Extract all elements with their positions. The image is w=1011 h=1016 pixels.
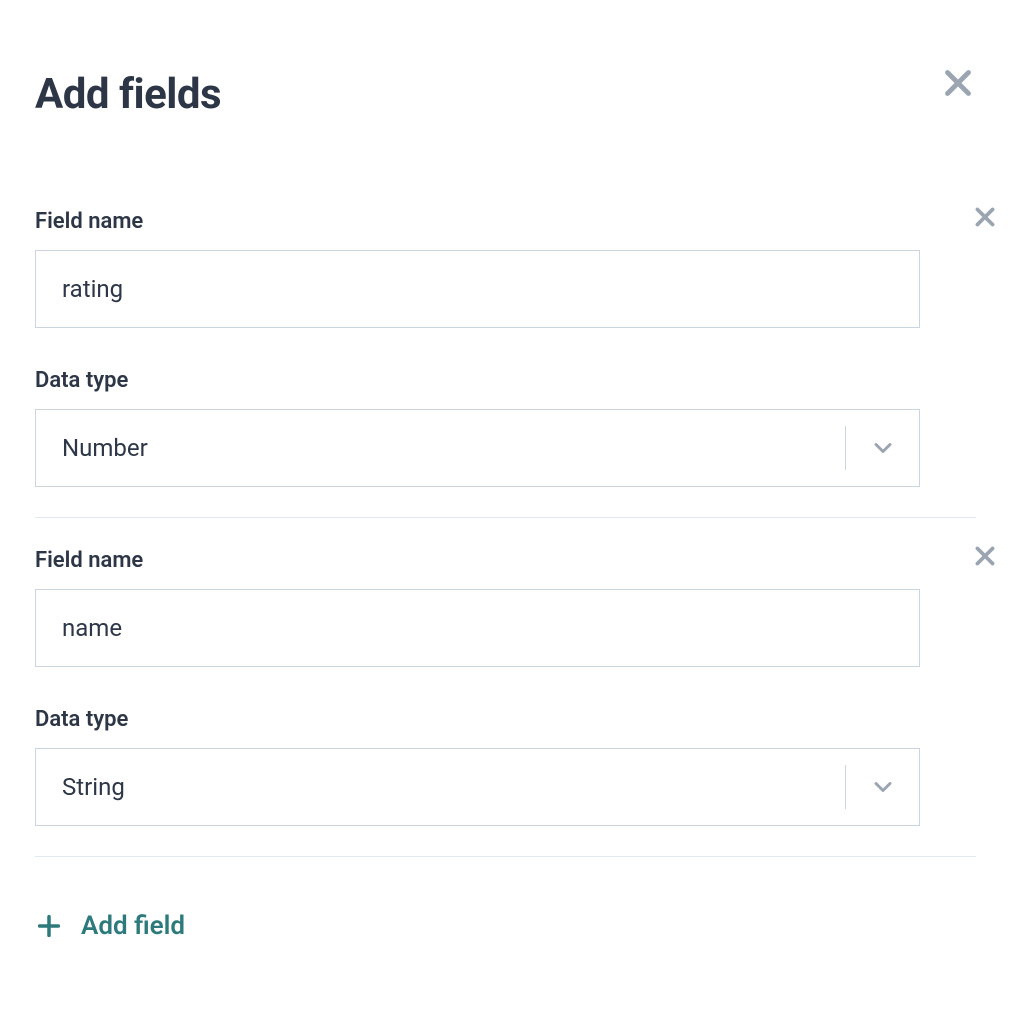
add-field-label: Add field <box>81 911 185 941</box>
field-name-input[interactable] <box>35 589 920 667</box>
chevron-down-icon <box>845 765 919 809</box>
field-name-label: Field name <box>35 209 976 234</box>
close-icon <box>972 204 998 230</box>
data-type-value: String <box>36 773 845 801</box>
add-field-button[interactable]: Add field <box>35 907 976 945</box>
field-name-input[interactable] <box>35 250 920 328</box>
field-block: Field name Data type String <box>35 548 976 857</box>
remove-field-button[interactable] <box>972 543 998 569</box>
data-type-label: Data type <box>35 368 976 393</box>
data-type-value: Number <box>36 434 845 462</box>
close-modal-button[interactable] <box>940 65 976 101</box>
plus-icon <box>35 912 63 940</box>
close-icon <box>972 543 998 569</box>
data-type-select[interactable]: Number <box>35 409 920 487</box>
page-title: Add fields <box>35 70 976 119</box>
field-block: Field name Data type Number <box>35 209 976 518</box>
close-icon <box>940 65 976 101</box>
chevron-down-icon <box>845 426 919 470</box>
data-type-label: Data type <box>35 707 976 732</box>
data-type-select[interactable]: String <box>35 748 920 826</box>
remove-field-button[interactable] <box>972 204 998 230</box>
field-name-label: Field name <box>35 548 976 573</box>
